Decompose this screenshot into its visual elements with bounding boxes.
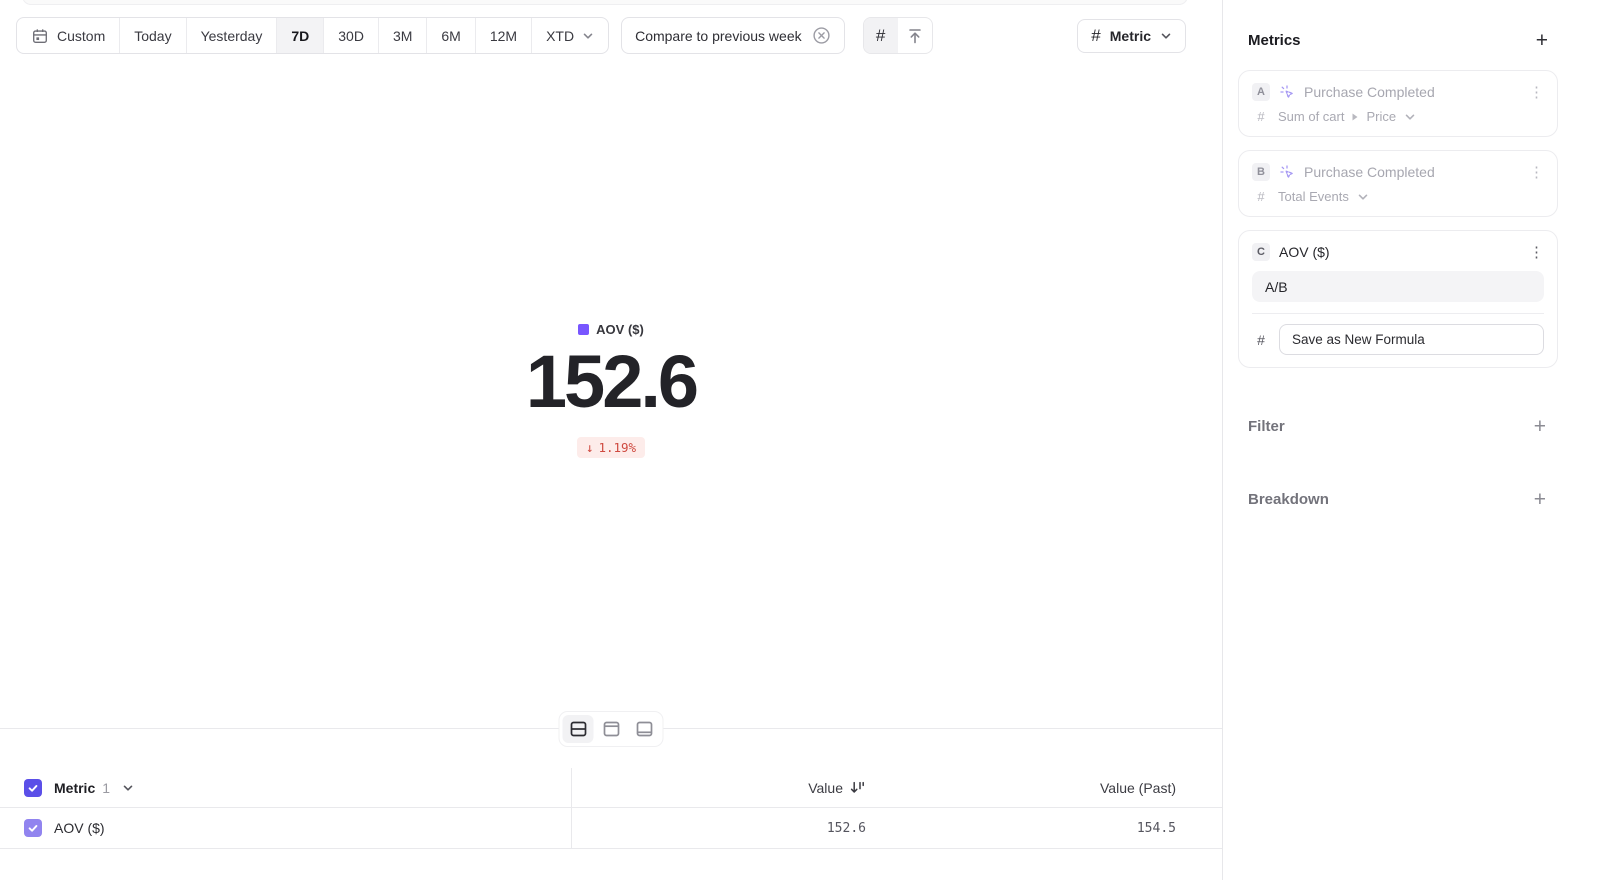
aggregation-property: Price <box>1366 109 1396 124</box>
filter-section-header: Filter + <box>1223 416 1600 437</box>
metrics-section-header: Metrics + <box>1223 0 1600 51</box>
date-range-control: Custom Today Yesterday 7D 30D 3M 6M 12M … <box>16 17 609 54</box>
chevron-down-icon <box>1357 191 1369 203</box>
row-metric-label: AOV ($) <box>54 820 105 836</box>
metrics-title: Metrics <box>1248 32 1301 49</box>
bottom-panel-icon <box>634 719 654 739</box>
hash-icon: # <box>1252 332 1270 348</box>
metric-card-a[interactable]: A Purchase Completed ⋮ # Sum of cart <box>1238 70 1558 137</box>
compare-label: Compare to previous week <box>635 28 802 44</box>
event-sparkle-icon <box>1279 84 1295 100</box>
date-range-7d[interactable]: 7D <box>277 18 324 53</box>
row-value: 152.6 <box>827 821 866 836</box>
arrow-to-top-icon <box>905 26 925 46</box>
query-builder-sidebar: Metrics + A Purchase Completed ⋮ <box>1222 0 1600 880</box>
change-percent: 1.19% <box>598 440 636 455</box>
chevron-down-icon <box>1160 30 1172 42</box>
date-range-today[interactable]: Today <box>120 18 186 53</box>
legend-swatch <box>578 324 589 335</box>
hash-icon: # <box>1252 189 1270 204</box>
breakdown-title: Breakdown <box>1248 491 1329 508</box>
legend: AOV ($) <box>578 322 644 337</box>
metric-count: 1 <box>102 780 110 796</box>
kebab-menu-icon[interactable]: ⋮ <box>1529 245 1544 260</box>
date-range-12m[interactable]: 12M <box>476 18 532 53</box>
hash-icon: # <box>876 26 885 46</box>
legend-label: AOV ($) <box>596 322 644 337</box>
formula-metric-name: AOV ($) <box>1279 244 1330 260</box>
table-row: AOV ($) 152.6 154.5 <box>0 808 1222 849</box>
change-badge: ↓ 1.19% <box>577 437 645 458</box>
date-range-3m[interactable]: 3M <box>379 18 427 53</box>
metric-column-header[interactable]: Metric <box>54 780 95 796</box>
date-range-label: Custom <box>57 28 105 44</box>
split-horizontal-icon <box>568 719 588 739</box>
layout-view-toggle <box>559 711 664 747</box>
metric-letter-badge: C <box>1252 243 1270 261</box>
metric-event-name: Purchase Completed <box>1304 164 1435 180</box>
absolute-number-toggle[interactable]: # <box>864 18 898 53</box>
compare-to-previous-week-chip[interactable]: Compare to previous week <box>621 17 845 54</box>
metric-letter-badge: A <box>1252 83 1270 101</box>
top-panel-icon <box>601 719 621 739</box>
date-range-xtd[interactable]: XTD <box>532 18 608 53</box>
select-all-checkbox[interactable] <box>24 779 42 797</box>
metric-value: 152.6 <box>526 344 696 421</box>
split-view-toggle[interactable] <box>563 715 594 743</box>
save-as-new-formula-button[interactable]: Save as New Formula <box>1279 324 1544 355</box>
main-panel: Custom Today Yesterday 7D 30D 3M 6M 12M … <box>0 0 1222 880</box>
aggregation-label: Total Events <box>1278 189 1349 204</box>
value-display-toggle: # <box>863 17 933 54</box>
aggregation-label: Sum of cart <box>1278 109 1344 124</box>
add-breakdown-button[interactable]: + <box>1534 489 1546 510</box>
row-value-past: 154.5 <box>1137 821 1176 836</box>
hash-icon: # <box>1252 109 1270 124</box>
metric-button-label: Metric <box>1110 28 1151 44</box>
arrow-to-top-toggle[interactable] <box>898 18 932 53</box>
aggregation-dropdown[interactable]: # Sum of cart Price <box>1252 109 1544 124</box>
metric-card-c-formula[interactable]: C AOV ($) ⋮ # Save as New Formula <box>1238 230 1558 368</box>
caret-right-icon <box>1352 113 1358 121</box>
hash-icon: # <box>1091 26 1100 46</box>
table-only-view-toggle[interactable] <box>629 715 660 743</box>
metric-big-number-card: AOV ($) 152.6 ↓ 1.19% <box>0 322 1222 458</box>
metric-card-b[interactable]: B Purchase Completed ⋮ # Total Events <box>1238 150 1558 217</box>
kebab-menu-icon[interactable]: ⋮ <box>1529 85 1544 100</box>
add-metric-button[interactable]: + <box>1536 30 1548 51</box>
remove-compare-icon[interactable] <box>812 26 831 45</box>
arrow-down-icon: ↓ <box>586 440 594 455</box>
aggregation-dropdown[interactable]: # Total Events <box>1252 189 1544 204</box>
value-column-header[interactable]: Value <box>572 779 866 796</box>
toolbar: Custom Today Yesterday 7D 30D 3M 6M 12M … <box>16 17 1186 54</box>
date-range-6m[interactable]: 6M <box>427 18 475 53</box>
date-range-yesterday[interactable]: Yesterday <box>187 18 278 53</box>
chart-only-view-toggle[interactable] <box>596 715 627 743</box>
filter-title: Filter <box>1248 418 1285 435</box>
sort-descending-icon <box>849 779 866 796</box>
date-range-30d[interactable]: 30D <box>324 18 379 53</box>
date-range-custom[interactable]: Custom <box>17 18 120 53</box>
metric-cards: A Purchase Completed ⋮ # Sum of cart <box>1223 51 1600 368</box>
value-past-column-header[interactable]: Value (Past) <box>866 780 1176 796</box>
row-checkbox[interactable] <box>24 819 42 837</box>
event-sparkle-icon <box>1279 164 1295 180</box>
results-table: Metric 1 Value Value (Past) <box>0 768 1222 849</box>
metric-dropdown-button[interactable]: # Metric <box>1077 19 1186 53</box>
calendar-icon <box>31 27 49 45</box>
add-filter-button[interactable]: + <box>1534 416 1546 437</box>
chevron-down-icon[interactable] <box>122 782 134 794</box>
chevron-down-icon <box>1404 111 1416 123</box>
breakdown-section-header: Breakdown + <box>1223 489 1600 510</box>
formula-input[interactable] <box>1252 271 1544 302</box>
metric-letter-badge: B <box>1252 163 1270 181</box>
kebab-menu-icon[interactable]: ⋮ <box>1529 165 1544 180</box>
metric-event-name: Purchase Completed <box>1304 84 1435 100</box>
top-card-edge <box>22 0 1188 5</box>
table-header-row: Metric 1 Value Value (Past) <box>0 768 1222 808</box>
chevron-down-icon <box>582 30 594 42</box>
